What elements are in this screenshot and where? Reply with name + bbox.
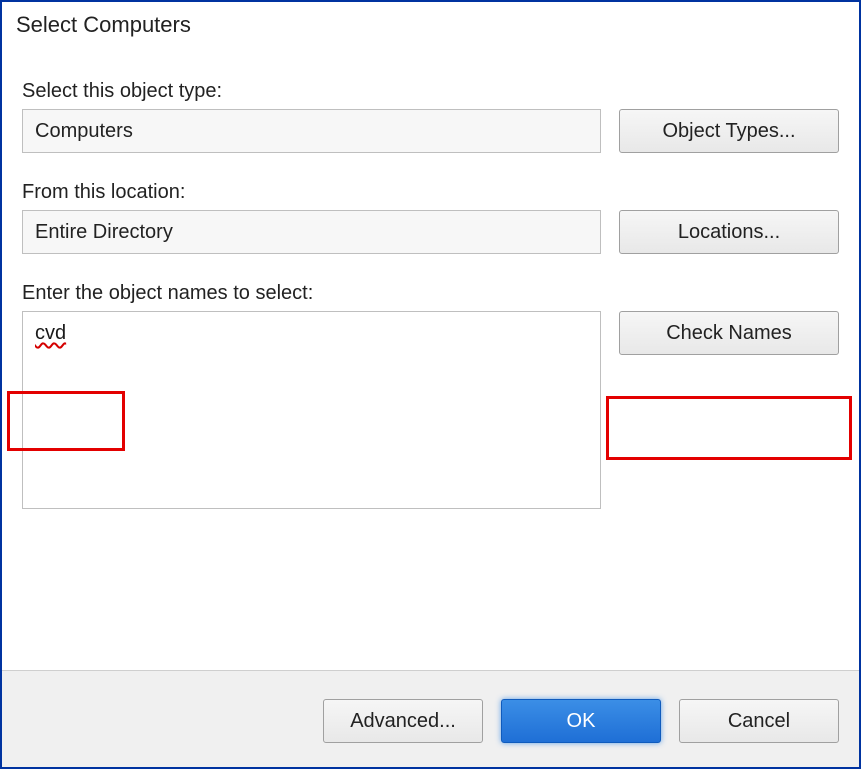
ok-button[interactable]: OK xyxy=(501,699,661,743)
cancel-button[interactable]: Cancel xyxy=(679,699,839,743)
object-type-field: Computers xyxy=(22,109,601,153)
locations-button[interactable]: Locations... xyxy=(619,210,839,254)
object-types-button[interactable]: Object Types... xyxy=(619,109,839,153)
dialog-title: Select Computers xyxy=(2,2,859,42)
dialog-content: Select this object type: Computers Objec… xyxy=(2,42,859,670)
advanced-button[interactable]: Advanced... xyxy=(323,699,483,743)
location-value: Entire Directory xyxy=(35,221,173,244)
dialog-footer: Advanced... OK Cancel xyxy=(2,670,859,767)
object-type-label: Select this object type: xyxy=(22,80,839,103)
object-type-value: Computers xyxy=(35,120,133,143)
check-names-button[interactable]: Check Names xyxy=(619,311,839,355)
location-field: Entire Directory xyxy=(22,210,601,254)
object-names-value: cvd xyxy=(35,322,66,344)
location-label: From this location: xyxy=(22,181,839,204)
object-names-label: Enter the object names to select: xyxy=(22,282,839,305)
select-computers-dialog: Select Computers Select this object type… xyxy=(0,0,861,769)
object-names-input[interactable]: cvd xyxy=(22,311,601,509)
